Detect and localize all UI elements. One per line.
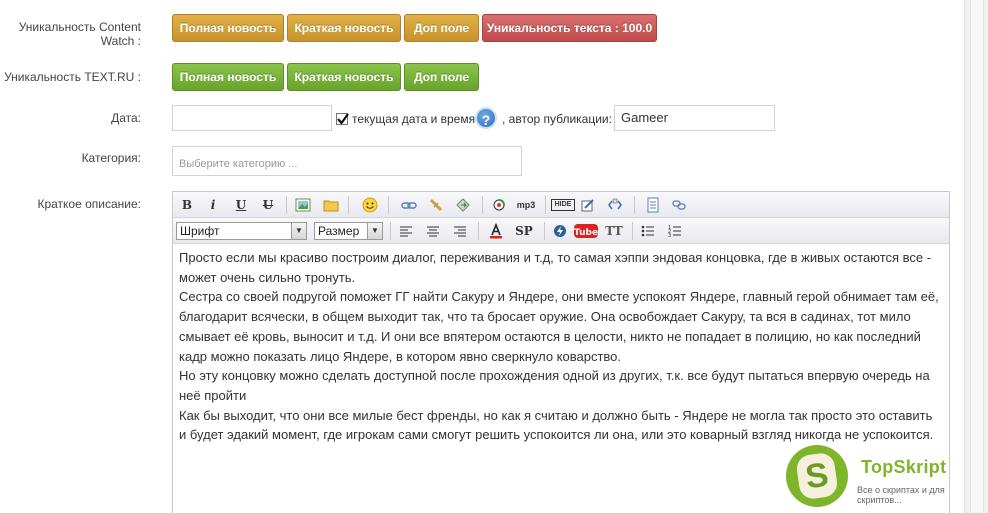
size-select[interactable]: Размер ▼ — [314, 222, 383, 240]
hide-icon[interactable]: HIDE — [551, 199, 575, 211]
tr-extra-field-button[interactable]: Доп поле — [404, 63, 479, 91]
label-content-watch: Уникальность Content Watch : — [18, 20, 141, 48]
svg-text:Tube: Tube — [574, 228, 598, 238]
label-short-description: Краткое описание: — [37, 197, 141, 211]
svg-text:3: 3 — [668, 233, 671, 239]
toolbar-separator — [388, 196, 389, 214]
toolbar-separator — [478, 222, 479, 240]
size-select-value: Размер — [318, 224, 360, 238]
align-right-icon[interactable] — [452, 223, 468, 239]
tr-short-news-button[interactable]: Краткая новость — [287, 63, 401, 91]
editor-paragraph: Просто если мы красиво построим диалог, … — [179, 250, 932, 285]
mp3-icon[interactable]: mp3 — [514, 197, 538, 213]
author-label: , автор публикации: — [502, 112, 612, 126]
editor-paragraph: Как бы выходит, что они все милые бест ф… — [179, 407, 934, 443]
label-category: Категория: — [81, 151, 141, 165]
cw-extra-field-button[interactable]: Доп поле — [404, 14, 479, 42]
spoiler-icon[interactable]: SP — [514, 223, 534, 239]
align-left-icon[interactable] — [398, 223, 414, 239]
toolbar-separator — [544, 222, 545, 240]
date-input[interactable] — [172, 105, 332, 131]
editor-paragraph: Сестра со своей подругой поможет ГГ найт… — [179, 289, 939, 364]
cw-short-news-button[interactable]: Краткая новость — [287, 14, 401, 42]
page-link-icon[interactable] — [671, 197, 687, 213]
current-date-checkbox[interactable] — [336, 113, 349, 125]
toolbar-separator — [390, 222, 391, 240]
font-select-value: Шрифт — [180, 224, 220, 238]
bullet-list-icon[interactable] — [640, 223, 656, 239]
folder-icon[interactable] — [323, 197, 339, 213]
category-placeholder: Выберите категорию ... — [179, 158, 298, 170]
editor-content[interactable]: Просто если мы красиво построим диалог, … — [179, 248, 943, 445]
link-icon[interactable] — [401, 197, 417, 213]
unlink-icon[interactable] — [428, 197, 444, 213]
chevron-down-icon: ▼ — [367, 223, 382, 239]
underline-icon[interactable]: U — [233, 197, 249, 213]
text-uniqueness-button[interactable]: Уникальность текста : 100.0 — [482, 14, 657, 42]
author-input[interactable]: Gameer — [614, 105, 775, 131]
bold-icon[interactable]: B — [179, 197, 195, 213]
font-color-icon[interactable] — [488, 222, 504, 239]
toolbar-separator — [348, 196, 349, 214]
toolbar-separator — [482, 196, 483, 214]
toolbar-separator — [545, 196, 546, 214]
typewriter-icon[interactable]: TT — [604, 223, 624, 239]
numbered-list-icon[interactable]: 123 — [667, 223, 683, 239]
page-scrollbar[interactable] — [964, 0, 988, 513]
editor-toolbar-row1: B i U U mp3 HIDE — [173, 192, 949, 218]
logo-letter: S — [795, 451, 839, 501]
media-icon[interactable] — [491, 197, 507, 213]
smiley-icon[interactable] — [362, 197, 378, 213]
flash-icon[interactable] — [552, 223, 568, 239]
logo-title: TopSkript — [861, 457, 947, 477]
help-icon[interactable]: ? — [475, 107, 497, 129]
toolbar-separator — [632, 222, 633, 240]
label-text-ru: Уникальность TEXT.RU : — [4, 70, 141, 84]
italic-icon[interactable]: i — [205, 197, 221, 213]
checkmark-icon — [337, 113, 349, 125]
current-date-label: текущая дата и время — [352, 112, 476, 126]
page-break-icon[interactable] — [645, 197, 661, 213]
cw-full-news-button[interactable]: Полная новость — [172, 14, 284, 42]
youtube-icon[interactable]: Tube — [574, 223, 598, 239]
editor-toolbar-row2: Шрифт ▼ Размер ▼ SP Tube TT 123 — [173, 218, 949, 244]
tr-full-news-button[interactable]: Полная новость — [172, 63, 284, 91]
label-date: Дата: — [111, 111, 141, 125]
leech-icon[interactable] — [455, 197, 471, 213]
font-select[interactable]: Шрифт ▼ — [176, 222, 307, 240]
scrollbar-thumb[interactable] — [970, 0, 984, 513]
toolbar-separator — [634, 196, 635, 214]
strikethrough-icon[interactable]: U — [260, 197, 276, 213]
toolbar-separator — [286, 196, 287, 214]
category-select[interactable]: Выберите категорию ... — [172, 146, 522, 176]
editor-paragraph: Но эту концовку можно сделать доступной … — [179, 368, 930, 403]
image-icon[interactable] — [295, 197, 311, 213]
topskript-logo: S — [786, 445, 848, 507]
logo-subtitle: Все о скриптах и для скриптов... — [857, 485, 945, 505]
code-icon[interactable] — [607, 197, 623, 213]
align-center-icon[interactable] — [425, 223, 441, 239]
chevron-down-icon: ▼ — [291, 223, 306, 239]
quote-icon[interactable] — [580, 197, 596, 213]
